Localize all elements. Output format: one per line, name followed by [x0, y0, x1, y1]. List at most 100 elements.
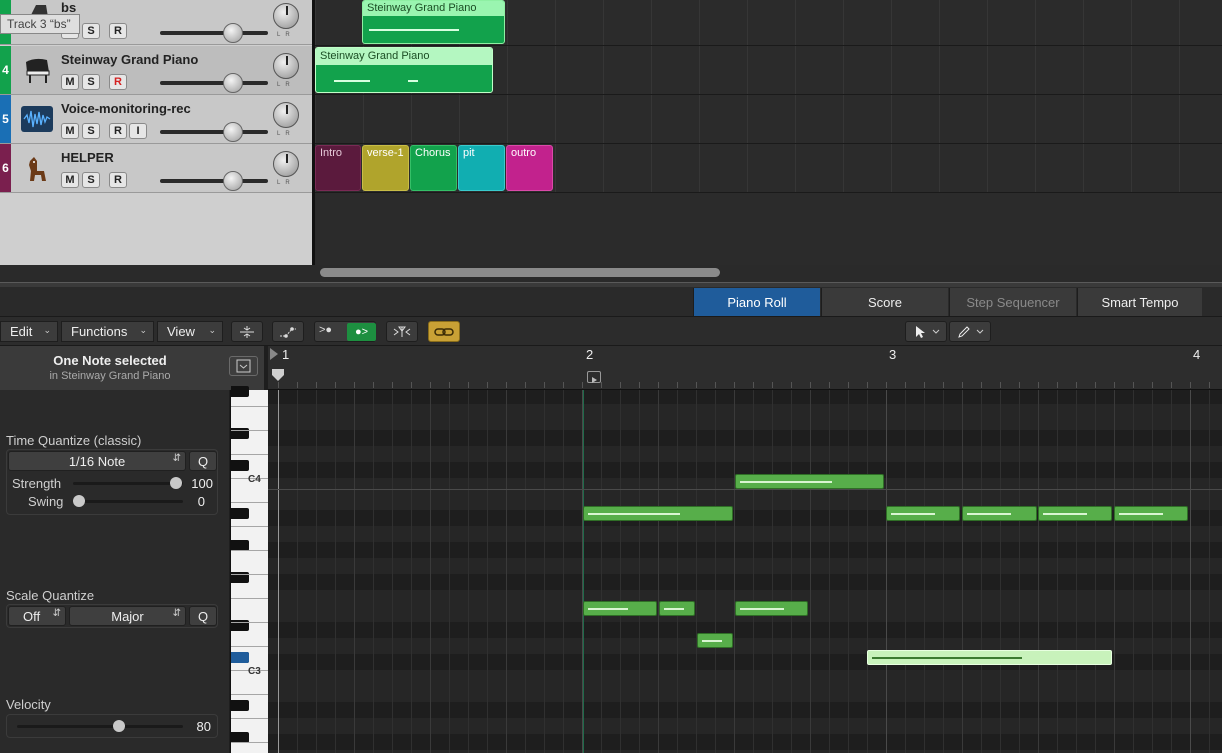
pan-knob[interactable] — [273, 3, 299, 29]
midi-note-selected[interactable] — [867, 650, 1112, 665]
black-key[interactable] — [231, 386, 249, 397]
track-name[interactable]: HELPER — [61, 150, 114, 165]
left-locator-icon[interactable] — [268, 346, 280, 362]
ruler-tick — [297, 382, 298, 388]
midi-out-icon[interactable]: ●> — [347, 323, 376, 341]
arrangement-marker-verse[interactable]: verse-1 — [362, 145, 409, 191]
solo-button[interactable]: S — [82, 172, 100, 188]
scale-root-value: Off — [23, 608, 41, 624]
midi-note[interactable] — [583, 506, 733, 521]
pan-knob[interactable] — [273, 102, 299, 128]
timeline-grid-line — [555, 0, 556, 193]
grid-line — [335, 390, 336, 753]
midi-note[interactable] — [735, 601, 808, 616]
midi-note[interactable] — [735, 474, 884, 489]
midi-region-selected[interactable]: Steinway Grand Piano — [315, 47, 493, 93]
view-menu[interactable]: View ⌄ — [157, 321, 223, 342]
ruler-tick — [373, 382, 374, 388]
swing-slider-knob[interactable] — [73, 495, 85, 507]
piano-roll-grid[interactable] — [268, 390, 1222, 753]
ruler-tick — [1209, 382, 1210, 388]
volume-fader-knob[interactable] — [223, 171, 243, 191]
piano-keyboard[interactable]: C4 C3 — [230, 386, 269, 753]
midi-note[interactable] — [962, 506, 1037, 521]
note-velocity-line — [664, 608, 684, 610]
white-key-divider — [231, 622, 269, 623]
black-key[interactable] — [231, 508, 249, 519]
swing-slider[interactable] — [73, 500, 183, 503]
record-button[interactable]: R — [109, 172, 127, 188]
record-button[interactable]: R — [109, 23, 127, 39]
region-start-flag-icon[interactable] — [587, 371, 601, 383]
ruler-tick — [392, 382, 393, 388]
midi-in-icon[interactable]: >● — [319, 324, 332, 336]
track-header-voice[interactable]: 5 Voice-monitoring-rec M S R I LR — [0, 95, 312, 144]
velocity-slider-knob[interactable] — [113, 720, 125, 732]
solo-button[interactable]: S — [82, 74, 100, 90]
edit-menu[interactable]: Edit ⌄ — [0, 321, 58, 342]
scrollbar-thumb[interactable] — [320, 268, 720, 277]
pan-knob[interactable] — [273, 53, 299, 79]
arrangement-marker-intro[interactable]: Intro — [315, 145, 361, 191]
midi-note[interactable] — [697, 633, 733, 648]
track-header-steinway[interactable]: 4 Steinway Grand Piano M S R LR — [0, 46, 312, 95]
arrangement-marker-pit[interactable]: pit — [458, 145, 505, 191]
tab-piano-roll[interactable]: Piano Roll — [693, 288, 820, 316]
tab-step-sequencer[interactable]: Step Sequencer — [949, 288, 1076, 316]
midi-note[interactable] — [886, 506, 960, 521]
black-key[interactable] — [231, 460, 249, 471]
scale-root-select[interactable]: Off ⇵ — [8, 606, 66, 626]
collapse-icon[interactable] — [231, 321, 263, 342]
functions-menu[interactable]: Functions ⌄ — [61, 321, 154, 342]
strength-slider-knob[interactable] — [170, 477, 182, 489]
volume-fader[interactable] — [160, 130, 268, 134]
mute-button[interactable]: M — [61, 123, 79, 139]
time-quantize-select[interactable]: 1/16 Note ⇵ — [8, 451, 186, 471]
tab-score[interactable]: Score — [821, 288, 948, 316]
midi-note[interactable] — [1038, 506, 1112, 521]
arrangement-marker-outro[interactable]: outro — [506, 145, 553, 191]
solo-button[interactable]: S — [82, 123, 100, 139]
strength-slider[interactable] — [73, 482, 183, 485]
timeline-grid-line — [1131, 0, 1132, 193]
mute-button[interactable]: M — [61, 172, 79, 188]
region-inspector-toggle[interactable] — [229, 356, 258, 376]
mute-button[interactable]: M — [61, 74, 79, 90]
scale-mode-select[interactable]: Major ⇵ — [69, 606, 186, 626]
time-quantize-q-button[interactable]: Q — [189, 451, 217, 471]
track-headers: bs M S R LR Track 3 “bs” 4 Steinway Gran… — [0, 0, 312, 265]
playhead-handle-icon[interactable] — [271, 368, 285, 382]
scale-quantize-q-button[interactable]: Q — [189, 606, 217, 626]
midi-note[interactable] — [659, 601, 695, 616]
track-name[interactable]: Voice-monitoring-rec — [61, 101, 191, 116]
track-name[interactable]: bs — [61, 0, 76, 15]
midi-region[interactable]: Steinway Grand Piano — [362, 0, 505, 44]
automation-icon[interactable] — [272, 321, 304, 342]
volume-fader[interactable] — [160, 179, 268, 183]
black-key[interactable] — [231, 700, 249, 711]
grid-line — [487, 390, 488, 753]
midi-note[interactable] — [1114, 506, 1188, 521]
highlighted-key[interactable] — [231, 652, 249, 663]
catch-playhead-icon[interactable] — [386, 321, 418, 342]
pan-knob[interactable] — [273, 151, 299, 177]
volume-fader-knob[interactable] — [223, 73, 243, 93]
volume-fader-knob[interactable] — [223, 122, 243, 142]
track-number: 5 — [0, 95, 11, 143]
midi-note[interactable] — [583, 601, 657, 616]
record-enable-button[interactable]: R — [109, 74, 127, 90]
link-icon[interactable] — [428, 321, 460, 342]
track-header-helper[interactable]: 6 HELPER M S R LR — [0, 144, 312, 193]
volume-fader-knob[interactable] — [223, 23, 243, 43]
volume-fader[interactable] — [160, 31, 268, 35]
pointer-tool-icon[interactable] — [905, 321, 947, 342]
input-monitor-button[interactable]: I — [129, 123, 147, 139]
arrangement-marker-chorus[interactable]: Chorus — [410, 145, 457, 191]
record-button[interactable]: R — [109, 123, 127, 139]
pencil-tool-icon[interactable] — [949, 321, 991, 342]
velocity-slider[interactable] — [17, 725, 183, 728]
track-name[interactable]: Steinway Grand Piano — [61, 52, 198, 67]
solo-button[interactable]: S — [82, 23, 100, 39]
tab-smart-tempo[interactable]: Smart Tempo — [1077, 288, 1202, 316]
volume-fader[interactable] — [160, 81, 268, 85]
